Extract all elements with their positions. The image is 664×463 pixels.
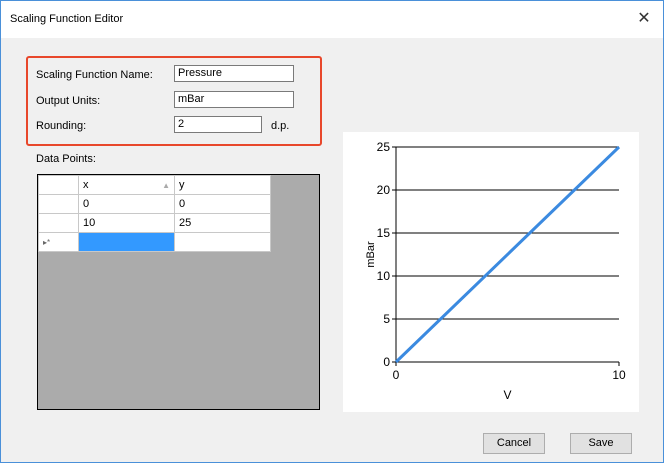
cell-x[interactable]: 10 — [78, 213, 175, 233]
units-field[interactable]: mBar — [174, 91, 294, 108]
sort-up-icon: ▲ — [162, 181, 170, 190]
y-tick-label: 20 — [377, 183, 391, 197]
window-title: Scaling Function Editor — [10, 13, 124, 25]
chart-svg: 0 5 10 15 20 25 0 10 VmBar — [365, 140, 626, 402]
grid-header-row: x ▲ y — [38, 175, 271, 195]
table-row: 10 25 — [38, 213, 271, 233]
save-button[interactable]: Save — [570, 433, 632, 454]
x-tick-label: 0 — [393, 368, 400, 382]
new-cell-y[interactable] — [174, 232, 271, 252]
rounding-field[interactable]: 2 — [174, 116, 262, 133]
name-field[interactable]: Pressure — [174, 65, 294, 82]
name-label: Scaling Function Name: — [36, 69, 153, 81]
cell-y[interactable]: 25 — [174, 213, 271, 233]
series-line — [394, 145, 621, 364]
close-icon[interactable]: ✕ — [633, 7, 655, 29]
scaling-chart: 0 5 10 15 20 25 0 10 VmBar — [343, 132, 639, 412]
dialog-window: Scaling Function Editor ✕ Scaling Functi… — [0, 0, 664, 463]
new-row-marker-icon: ▸* — [43, 238, 51, 247]
y-tick-label: 0 — [383, 355, 390, 369]
row-header[interactable] — [38, 213, 79, 233]
cancel-button[interactable]: Cancel — [483, 433, 545, 454]
data-points-grid[interactable]: x ▲ y 0 0 10 25 ▸* — [37, 174, 320, 410]
title-bar: Scaling Function Editor ✕ — [1, 1, 663, 38]
rounding-label: Rounding: — [36, 120, 87, 132]
row-header-corner — [38, 175, 79, 195]
y-tick-label: 25 — [377, 140, 391, 154]
y-tick-label: 15 — [377, 226, 391, 240]
units-label: Output Units: — [36, 95, 101, 107]
new-cell-x[interactable] — [78, 232, 175, 252]
y-tick-label: 10 — [377, 269, 391, 283]
column-header-x-label: x — [83, 179, 89, 191]
row-header[interactable] — [38, 194, 79, 214]
new-row-header[interactable]: ▸* — [38, 232, 79, 252]
data-points-label: Data Points: — [36, 153, 96, 165]
y-axis-label: mBar — [365, 241, 377, 268]
column-header-y[interactable]: y — [174, 175, 271, 195]
x-tick-label: 10 — [612, 368, 626, 382]
column-header-x[interactable]: x ▲ — [78, 175, 175, 195]
rounding-suffix: d.p. — [271, 120, 290, 132]
table-row: 0 0 — [38, 194, 271, 214]
x-axis-label: V — [503, 388, 511, 402]
y-tick-label: 5 — [383, 312, 390, 326]
new-row: ▸* — [38, 232, 271, 252]
cell-x[interactable]: 0 — [78, 194, 175, 214]
cell-y[interactable]: 0 — [174, 194, 271, 214]
